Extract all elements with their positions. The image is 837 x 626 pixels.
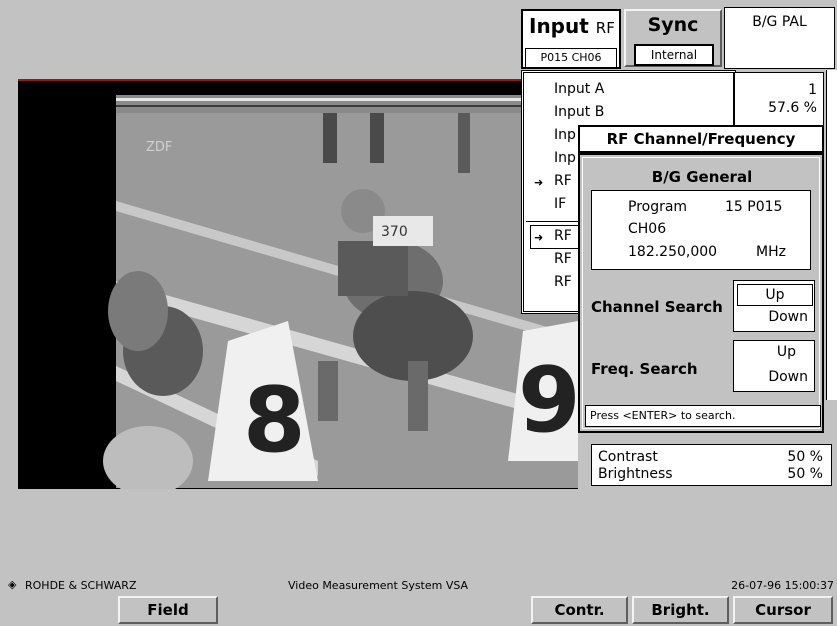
freq-up-button[interactable]: Up xyxy=(777,344,796,360)
channel-search-label: Channel Search xyxy=(591,298,723,316)
rf-dialog-inner: B/G General Program 15 P015 CH06 182.250… xyxy=(582,157,821,429)
brightness-label: Brightness xyxy=(598,466,673,482)
channel-search-box: Up Down xyxy=(733,280,815,332)
menu-divider xyxy=(526,221,586,222)
brand-name: ROHDE & SCHWARZ xyxy=(25,579,137,592)
menu-item-input-a[interactable]: Input A xyxy=(554,81,604,97)
selected-arrow-icon: ➜ xyxy=(534,176,544,189)
general-title: B/G General xyxy=(651,168,753,186)
channel-up-button[interactable]: Up xyxy=(737,284,813,306)
tab-sync-sub: Internal xyxy=(634,44,714,66)
info-box: 1 57.6 % xyxy=(734,72,824,126)
info-line-2: 57.6 % xyxy=(768,100,817,116)
system-name: Video Measurement System VSA xyxy=(288,579,469,592)
channel-value: CH06 xyxy=(628,221,667,237)
video-frame-image: 370 8 9 ZDF xyxy=(18,81,578,489)
contrast-value: 50 % xyxy=(787,449,823,465)
svg-text:9: 9 xyxy=(518,348,578,453)
freq-down-button[interactable]: Down xyxy=(768,369,808,385)
frequency-unit: MHz xyxy=(756,244,786,260)
tab-input-label: Input xyxy=(529,14,589,38)
tab-standard-label: B/G PAL xyxy=(752,14,807,30)
search-hint: Press <ENTER> to search. xyxy=(585,405,821,427)
menu-item-rf-2[interactable]: RF xyxy=(554,251,572,267)
contrast-button[interactable]: Contr. xyxy=(531,596,628,624)
brightness-button[interactable]: Bright. xyxy=(632,596,729,624)
menu-item-if[interactable]: IF xyxy=(554,196,566,212)
selected-arrow-icon: ➜ xyxy=(534,231,544,244)
freq-search-box: Up Down xyxy=(733,340,815,392)
video-display: 370 8 9 ZDF xyxy=(18,79,578,489)
program-value: 15 P015 xyxy=(725,199,783,215)
menu-item-input-c[interactable]: Inp xyxy=(554,127,576,143)
picture-settings-box: Contrast 50 % Brightness 50 % xyxy=(591,444,832,486)
tab-input-source: RF xyxy=(595,19,615,37)
tab-sync-label: Sync xyxy=(647,14,699,36)
tab-sync[interactable]: Sync Internal xyxy=(624,9,722,67)
menu-item-input-d[interactable]: Inp xyxy=(554,150,576,166)
info-line-1: 1 xyxy=(808,82,817,98)
station-logo: ZDF xyxy=(146,140,172,155)
brightness-value: 50 % xyxy=(787,466,823,482)
frequency-value: 182.250,000 xyxy=(628,244,718,260)
datetime: 26-07-96 15:00:37 xyxy=(731,579,834,592)
right-strip xyxy=(826,70,837,400)
menu-item-input-b[interactable]: Input B xyxy=(554,104,604,120)
rf-dialog-title: RF Channel/Frequency xyxy=(578,125,824,153)
menu-item-rf[interactable]: RF xyxy=(554,173,572,189)
program-label: Program xyxy=(628,199,688,215)
tab-input-sub: P015 CH06 xyxy=(525,48,617,68)
svg-text:8: 8 xyxy=(243,368,306,473)
program-info-box: Program 15 P015 CH06 182.250,000 MHz xyxy=(591,190,811,270)
channel-down-button[interactable]: Down xyxy=(768,309,808,325)
cursor-button[interactable]: Cursor xyxy=(733,596,833,624)
brand-logo-icon: ◈ xyxy=(8,578,17,591)
tab-standard[interactable]: B/G PAL xyxy=(724,7,835,69)
freq-search-label: Freq. Search xyxy=(591,360,698,378)
svg-text:370: 370 xyxy=(381,224,408,240)
menu-item-rf-3[interactable]: RF xyxy=(554,274,572,290)
menu-item-rf-channel[interactable]: RF xyxy=(554,228,572,244)
contrast-label: Contrast xyxy=(598,449,658,465)
tab-input[interactable]: Input RF P015 CH06 xyxy=(521,9,621,69)
field-button[interactable]: Field xyxy=(118,596,218,624)
status-footer: ◈ ROHDE & SCHWARZ Video Measurement Syst… xyxy=(0,576,837,596)
